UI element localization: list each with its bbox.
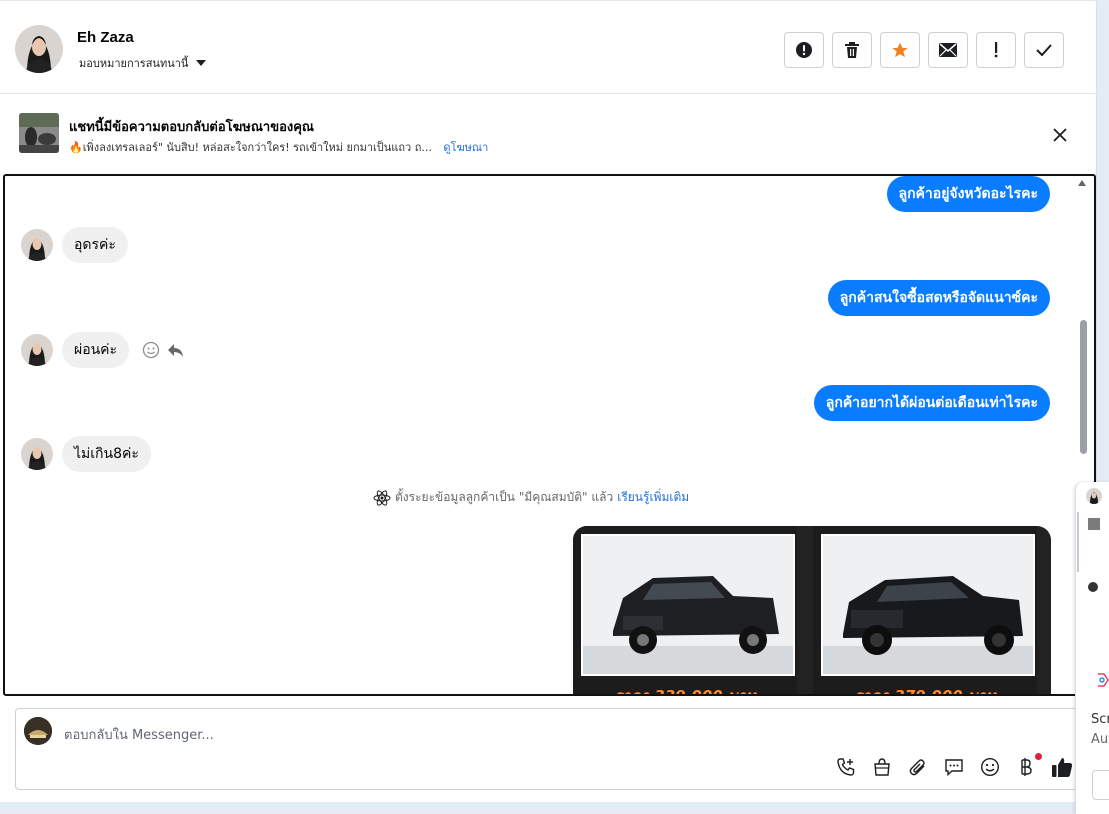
side-panel[interactable]: Scr Aut [1075,482,1109,814]
emoji-icon [980,757,1000,777]
caret-down-icon [196,60,207,66]
carousel-card[interactable]: ราคา 339,000 บาท [573,526,797,696]
contact-avatar-small [21,334,53,366]
incoming-message-row: ไม่เกิน8ค่ะ [21,436,151,472]
saved-reply-button[interactable] [942,755,966,779]
close-icon [1053,128,1067,142]
view-ad-link[interactable]: ดูโฆษณา [443,141,488,154]
outgoing-message[interactable]: ลูกค้าอยากได้ผ่อนต่อเดือนเท่าไรคะ [813,385,1050,421]
price-label: ราคา 339,000 บาท [614,687,756,696]
notification-dot [1035,753,1042,760]
carousel-card[interactable]: ราคา 379,000 บาท [813,526,1037,696]
outgoing-message[interactable]: ลูกค้าสนใจซื้อสดหรือจัดแนาซ์คะ [827,280,1050,316]
follow-up-button[interactable] [976,32,1016,68]
exclamation-icon [994,42,998,58]
ad-banner-title: แชทนี้มีข้อความตอบกลับต่อโฆษณาของคุณ [69,120,314,135]
star-icon [892,42,908,58]
panel-button[interactable] [1092,770,1109,800]
reply-input[interactable]: ตอบกลับใน Messenger... [64,724,214,745]
contact-avatar-small [21,438,53,470]
incoming-message[interactable]: ไม่เกิน8ค่ะ [62,436,151,472]
mark-unread-button[interactable] [928,32,968,68]
panel-avatar-small [1088,582,1098,592]
message-actions [142,341,184,359]
atom-icon [373,489,391,506]
ad-reply-banner: แชทนี้มีข้อความตอบกลับต่อโฆษณาของคุณ 🔥เพ… [0,95,1097,173]
like-button[interactable] [1050,755,1074,779]
incoming-message-row: อุดรค่ะ [21,227,128,263]
payment-button[interactable] [1014,753,1042,779]
trash-icon [845,42,859,58]
contact-name[interactable]: Eh Zaza [77,29,134,46]
scroll-thumb[interactable] [1080,320,1087,454]
message-composer[interactable]: ตอบกลับใน Messenger... [15,708,1087,790]
panel-scroll-indicator [1077,512,1079,572]
learn-more-link[interactable]: เรียนรู้เพิ่มเติม [617,488,689,507]
react-emoji-icon[interactable] [142,341,160,359]
ad-thumbnail[interactable] [19,113,59,153]
mark-done-button[interactable] [1024,32,1064,68]
contact-avatar-small [21,229,53,261]
page-avatar [24,717,52,745]
vehicle-photo [581,534,795,676]
message-thread[interactable]: ลูกค้าอยู่จังหวัดอะไรคะ อุดรค่ะ ลูกค้าสน… [3,174,1096,696]
incoming-message[interactable]: อุดรค่ะ [62,227,128,263]
shop-bag-icon [874,758,890,776]
panel-avatar [1086,488,1102,504]
price-label: ราคา 379,000 บาท [854,687,996,696]
vehicle-photo [821,534,1035,676]
check-icon [1036,44,1052,56]
call-icon [837,758,855,776]
conversation-toolbar [784,32,1064,68]
panel-text-2: Aut [1091,732,1109,747]
assign-conversation-dropdown[interactable]: มอบหมายการสนทนานี้ [79,54,207,72]
ad-text: 🔥เพิ่งลงเทรลเลอร์" นับสิบ! หล่อสะใจกว่าใ… [69,141,432,154]
emoji-button[interactable] [978,755,1002,779]
close-banner-button[interactable] [1050,125,1070,145]
outgoing-message[interactable]: ลูกค้าอยู่จังหวัดอะไรคะ [886,176,1050,212]
envelope-icon [939,43,957,57]
incoming-message[interactable]: ผ่อนค่ะ [62,332,130,368]
contact-avatar[interactable] [15,25,63,73]
panel-icon [1096,672,1109,692]
product-carousel[interactable]: ราคา 339,000 บาท ราคา 379,000 บาท [573,526,1051,696]
saved-reply-icon [945,759,963,777]
shop-button[interactable] [870,755,894,779]
composer-toolbar [834,753,1074,779]
conversation-header: Eh Zaza มอบหมายการสนทนานี้ [0,0,1097,94]
attach-button[interactable] [906,755,930,779]
inbox-main-panel: Eh Zaza มอบหมายการสนทนานี้ แชทนี้มีข้อคว… [0,0,1097,802]
panel-thumbnail [1088,518,1100,530]
ad-banner-subtitle: 🔥เพิ่งลงเทรลเลอร์" นับสิบ! หล่อสะใจกว่าใ… [69,138,488,156]
delete-button[interactable] [832,32,872,68]
reply-icon[interactable] [166,341,184,359]
mark-spam-button[interactable] [784,32,824,68]
scroll-up-arrow-icon[interactable] [1078,180,1086,186]
incoming-message-row: ผ่อนค่ะ [21,332,184,368]
system-notice-text: ตั้งระยะข้อมูลลูกค้าเป็น "มีคุณสมบัติ" แ… [395,490,614,504]
paperclip-icon [909,759,925,776]
system-notice: ตั้งระยะข้อมูลลูกค้าเป็น "มีคุณสมบัติ" แ… [373,488,689,507]
assign-label: มอบหมายการสนทนานี้ [79,57,189,70]
baht-icon [1021,758,1032,776]
panel-text-1: Scr [1091,712,1109,727]
star-button[interactable] [880,32,920,68]
thumbs-up-icon [1052,758,1073,777]
call-button[interactable] [834,755,858,779]
spam-icon [796,42,812,58]
